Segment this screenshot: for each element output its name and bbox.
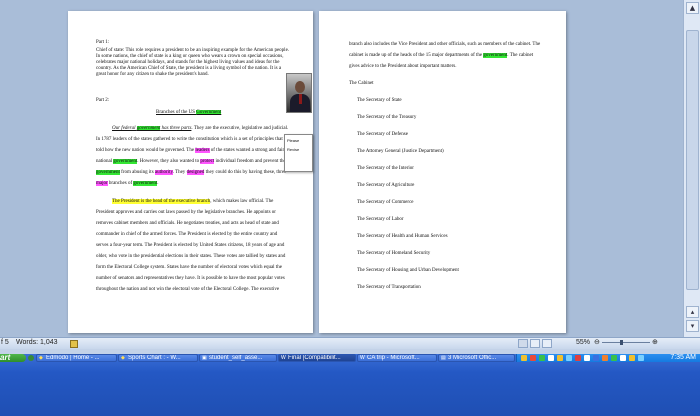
tray-icon[interactable] bbox=[638, 355, 644, 361]
browser-icon: ◆ bbox=[121, 355, 125, 361]
tray-icon[interactable] bbox=[584, 355, 590, 361]
president-photo[interactable] bbox=[286, 73, 312, 113]
cabinet-item: The Secretary of Commerce bbox=[357, 200, 414, 205]
right-line-3: gives advice to the President about impo… bbox=[349, 64, 457, 69]
taskbar-item-active[interactable]: W Final [Compatibilit... bbox=[278, 354, 356, 362]
status-bar: f 5 Words: 1,043 55% ⊖ ⊕ bbox=[0, 337, 700, 349]
tray-icon[interactable] bbox=[602, 355, 608, 361]
para1-line-5: government from abusing its authority. T… bbox=[96, 170, 287, 175]
tray-icon[interactable] bbox=[593, 355, 599, 361]
taskbar-item[interactable]: ▤ 3 Microsoft Offic... bbox=[438, 354, 515, 362]
taskbar-item[interactable]: ◆ Sports Chart : - W... bbox=[118, 354, 198, 362]
zoom-level[interactable]: 55% bbox=[576, 339, 590, 346]
vertical-scrollbar[interactable]: ▲ ▴ ▾ bbox=[683, 0, 700, 337]
word-count[interactable]: Words: 1,043 bbox=[16, 339, 58, 346]
web-layout-icon[interactable] bbox=[542, 339, 552, 348]
document-workspace: Part 1: Chief of state: This role requir… bbox=[0, 0, 683, 337]
para1-line-1: Our federal government has three parts. … bbox=[112, 126, 289, 131]
zoom-slider[interactable]: ⊖ ⊕ bbox=[594, 338, 658, 346]
cabinet-item: The Secretary of Health and Human Servic… bbox=[357, 234, 448, 239]
para1-line-4: national government. However, they also … bbox=[96, 159, 286, 164]
cabinet-item: The Secretary of Defense bbox=[357, 132, 408, 137]
taskbar-item[interactable]: ◆ Edmodo | Home - ... bbox=[36, 354, 117, 362]
system-tray: 7:35 AM bbox=[516, 354, 700, 362]
cabinet-item: The Secretary of Agriculture bbox=[357, 183, 415, 188]
scroll-thumb[interactable] bbox=[686, 30, 699, 290]
system-clock[interactable]: 7:35 AM bbox=[670, 354, 696, 362]
para2-line-8: number of senators and representatives t… bbox=[96, 276, 285, 281]
tray-icon[interactable] bbox=[548, 355, 554, 361]
para2-line-2: President approves and carries out laws … bbox=[96, 210, 276, 215]
next-page-icon[interactable]: ▾ bbox=[686, 320, 699, 332]
cabinet-item: The Secretary of Labor bbox=[357, 217, 404, 222]
prev-page-icon[interactable]: ▴ bbox=[686, 306, 699, 318]
browser-icon: ◆ bbox=[39, 355, 43, 361]
quick-launch-icon[interactable] bbox=[28, 355, 34, 361]
tray-icon[interactable] bbox=[557, 355, 563, 361]
word-icon: W bbox=[281, 355, 286, 361]
tray-icon[interactable] bbox=[530, 355, 536, 361]
para2-line-1: The President is the head of the executi… bbox=[112, 199, 274, 204]
full-screen-icon[interactable] bbox=[530, 339, 540, 348]
word-icon: W bbox=[360, 355, 365, 361]
para1-line-2: In 1787 leaders of the states gathered t… bbox=[96, 137, 283, 142]
network-icon[interactable] bbox=[566, 355, 572, 361]
taskbar-item[interactable]: ▣ student_self_asse... bbox=[199, 354, 277, 362]
branches-title: Branches of the US Government bbox=[156, 110, 222, 115]
zoom-in-icon[interactable]: ⊕ bbox=[652, 338, 658, 346]
para2-line-7: form the Electoral College system. State… bbox=[96, 265, 282, 270]
cabinet-item: The Secretary of the Interior bbox=[357, 166, 414, 171]
proofing-icon[interactable] bbox=[70, 340, 78, 348]
cabinet-item: The Secretary of the Treasury bbox=[357, 115, 417, 120]
scroll-up-icon[interactable]: ▲ bbox=[686, 2, 699, 14]
cabinet-heading: The Cabinet bbox=[349, 81, 374, 86]
para2-line-5: serves a four-year term. The President i… bbox=[96, 243, 285, 248]
cabinet-item: The Attorney General (Justice Department… bbox=[357, 149, 444, 154]
tray-icon[interactable] bbox=[629, 355, 635, 361]
zoom-knob[interactable] bbox=[620, 340, 623, 345]
cabinet-item: The Secretary of Housing and Urban Devel… bbox=[357, 268, 459, 273]
office-icon: ▤ bbox=[441, 355, 446, 361]
part1-heading: Part 1: bbox=[96, 40, 110, 45]
tray-icon[interactable] bbox=[611, 355, 617, 361]
right-line-1: branch also includes the Vice President … bbox=[349, 42, 541, 47]
zoom-out-icon[interactable]: ⊖ bbox=[594, 338, 600, 346]
page-count[interactable]: f 5 bbox=[1, 339, 9, 346]
start-button[interactable]: art bbox=[0, 354, 26, 362]
tray-icon[interactable] bbox=[521, 355, 527, 361]
document-page-right[interactable]: branch also includes the Vice President … bbox=[319, 11, 566, 333]
right-line-2: cabinet is made up of the heads of the 1… bbox=[349, 53, 534, 58]
para1-line-3: told how the new nation would be governe… bbox=[96, 148, 285, 153]
comment-popup[interactable]: Please Revise bbox=[284, 134, 313, 172]
popup-item-please[interactable]: Please bbox=[287, 138, 299, 143]
para2-line-6: older, who vote in the presidential elec… bbox=[96, 254, 286, 259]
tray-icon[interactable] bbox=[539, 355, 545, 361]
taskbar-item[interactable]: W CA trip - Microsoft... bbox=[357, 354, 437, 362]
popup-item-revise[interactable]: Revise bbox=[287, 147, 299, 152]
document-icon: ▣ bbox=[202, 355, 207, 361]
para2-line-3: removes cabinet members and officials. H… bbox=[96, 221, 279, 226]
para2-line-9: throughout the nation and not win the el… bbox=[96, 287, 280, 292]
cabinet-item: The Secretary of Transportation bbox=[357, 285, 421, 290]
document-page-left[interactable]: Part 1: Chief of state: This role requir… bbox=[68, 11, 313, 333]
windows-taskbar: art ◆ Edmodo | Home - ... ◆ Sports Chart :… bbox=[0, 354, 700, 416]
cabinet-item: The Secretary of State bbox=[357, 98, 402, 103]
para1-line-6: major branches of government. bbox=[96, 181, 159, 186]
print-layout-icon[interactable] bbox=[518, 339, 528, 348]
security-icon[interactable] bbox=[575, 355, 581, 361]
para2-line-4: commander in chief of the armed forces. … bbox=[96, 232, 278, 237]
volume-icon[interactable] bbox=[620, 355, 626, 361]
part2-heading: Part 2: bbox=[96, 98, 110, 103]
part1-line-5: great honor for any citizen to shake the… bbox=[96, 72, 209, 77]
cabinet-item: The Secretary of Homeland Security bbox=[357, 251, 431, 256]
